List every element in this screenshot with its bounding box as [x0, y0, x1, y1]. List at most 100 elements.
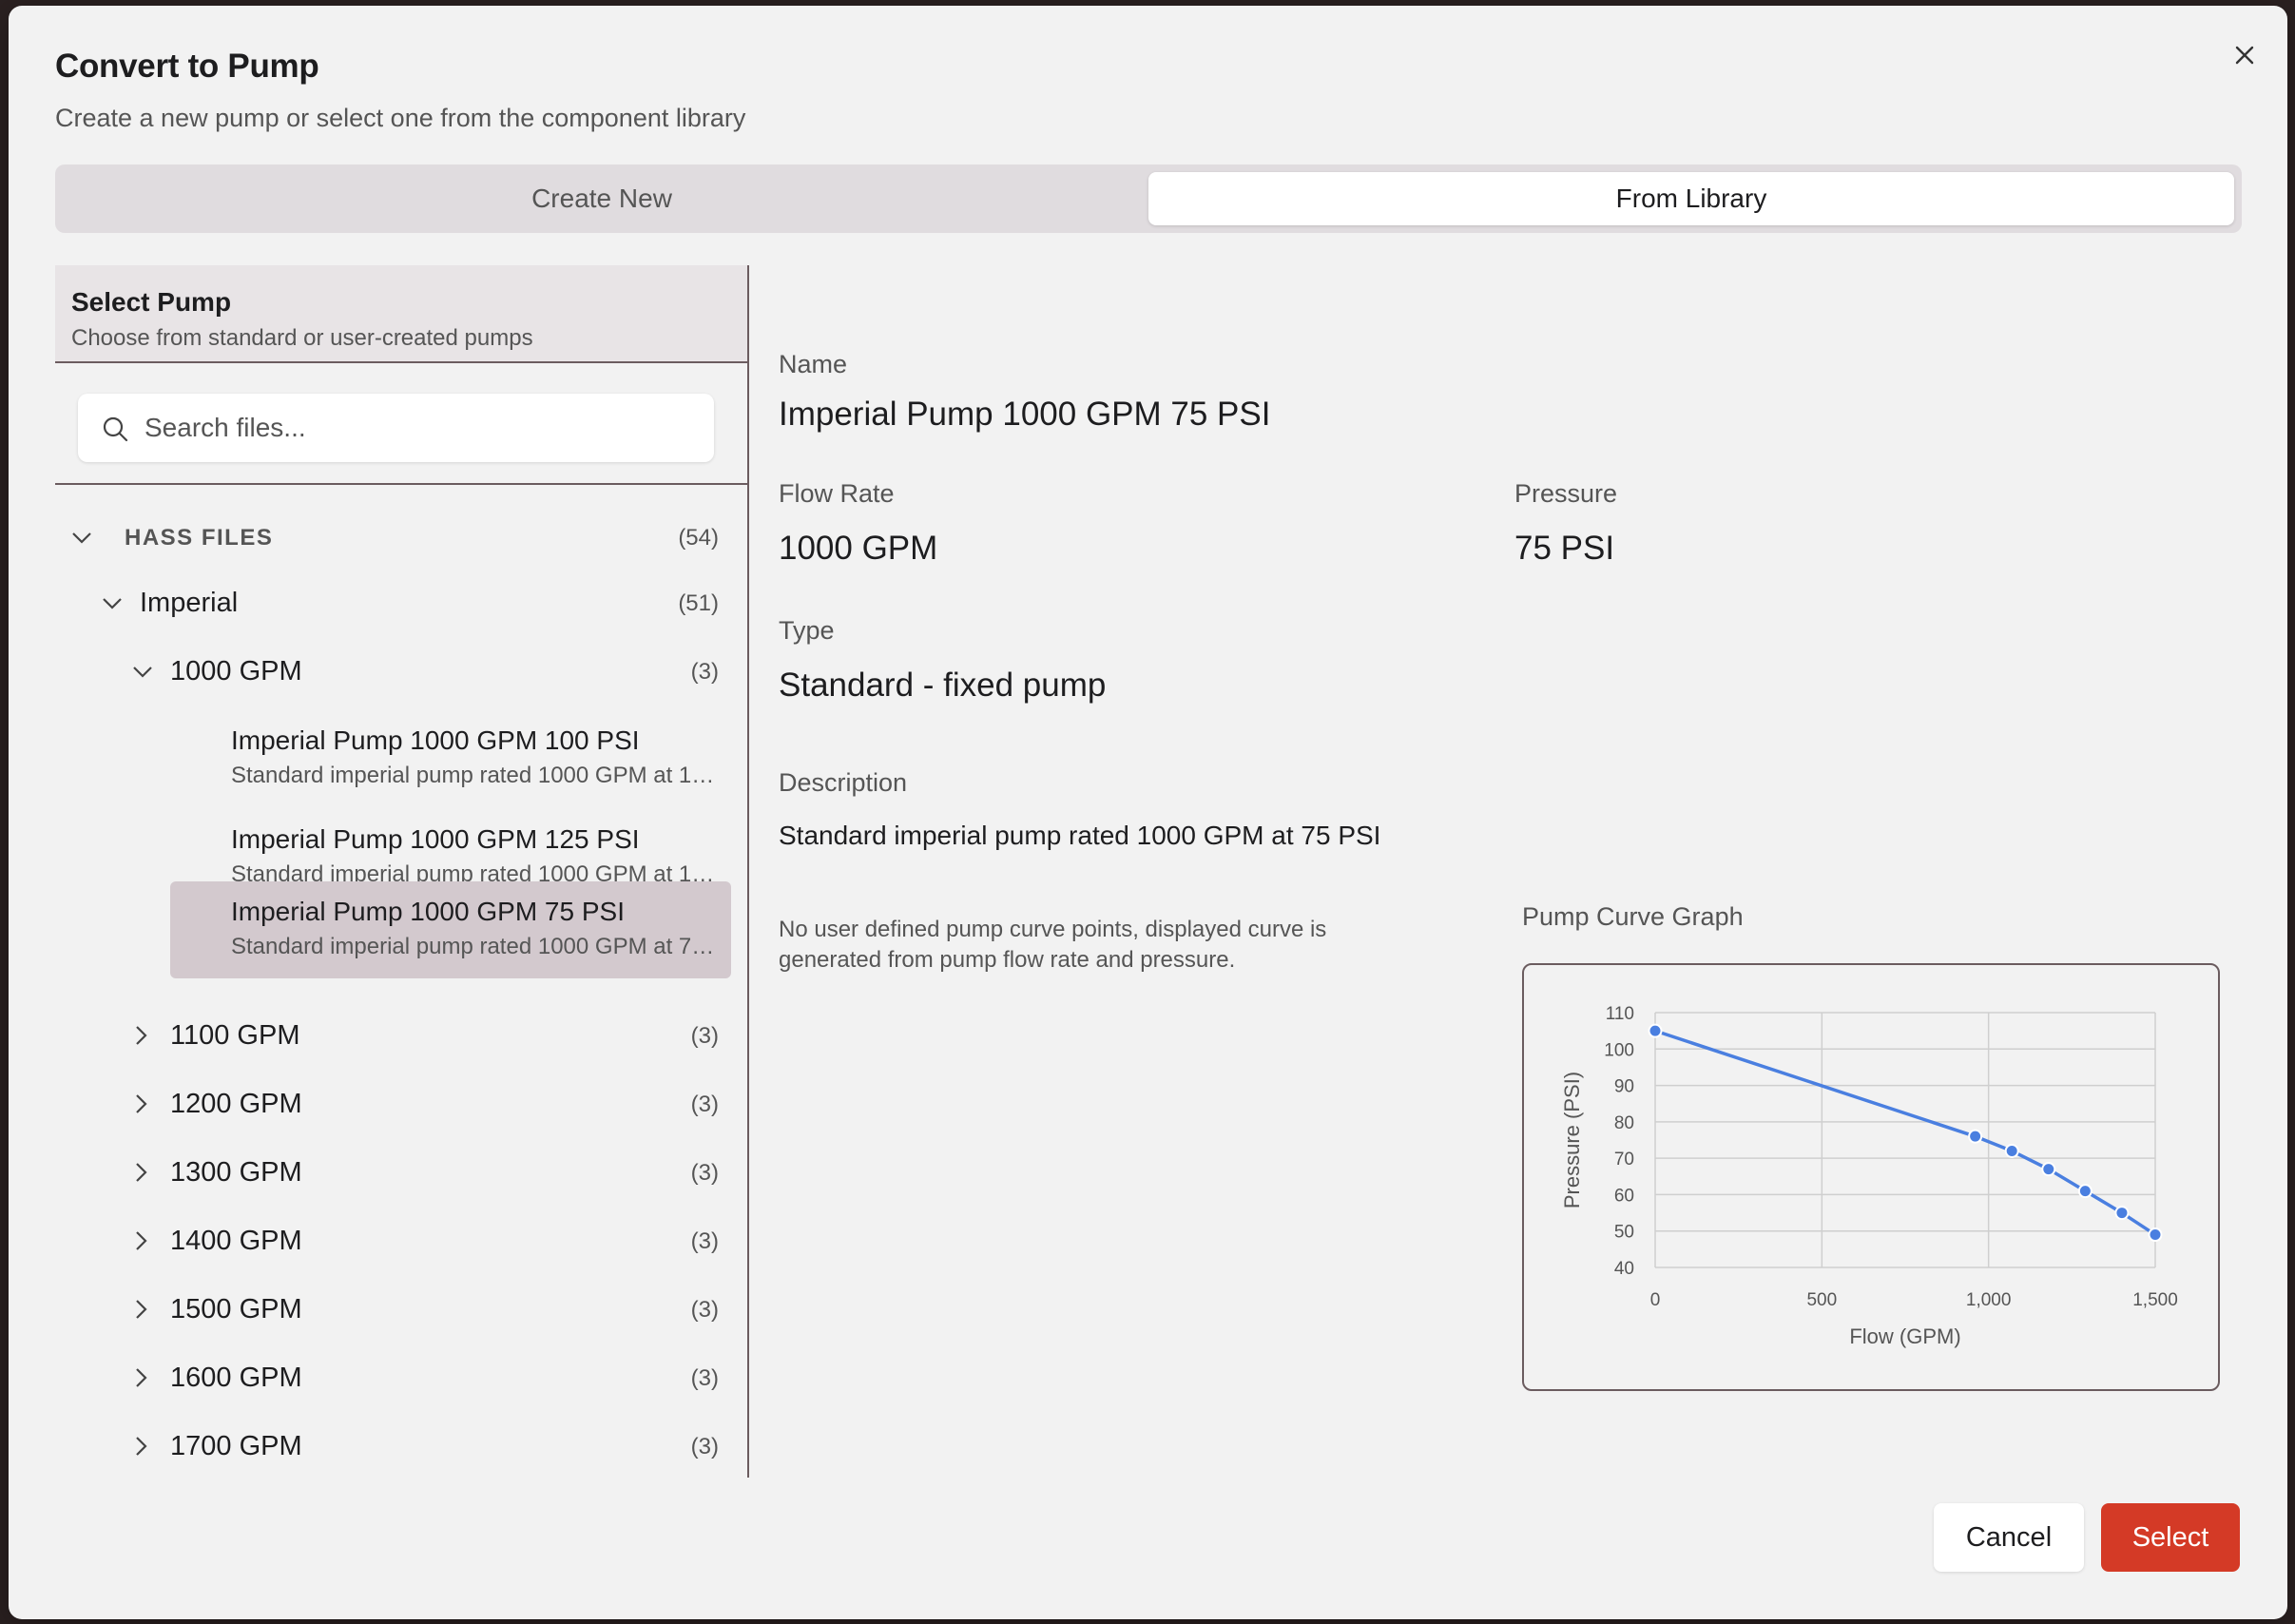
- tab-from-library[interactable]: From Library: [1148, 172, 2234, 225]
- pressure-value: 75 PSI: [1514, 530, 1615, 567]
- chevron-right-icon: [136, 1300, 147, 1319]
- pressure-label: Pressure: [1514, 479, 1618, 508]
- chevron-down-icon: [103, 598, 122, 609]
- y-tick-label: 50: [1614, 1223, 1634, 1243]
- search-icon: [103, 416, 128, 442]
- select-button[interactable]: Select: [2101, 1503, 2240, 1572]
- tree-folder-1600-gpm[interactable]: 1600 GPM (3): [55, 1351, 747, 1404]
- tree-group-label: Imperial: [140, 588, 239, 618]
- name-label: Name: [779, 350, 848, 378]
- search-input[interactable]: [145, 407, 696, 449]
- y-tick-label: 90: [1614, 1077, 1634, 1097]
- pump-item-description: Standard imperial pump rated 1000 GPM at…: [231, 934, 716, 959]
- tree-folder-count: (3): [690, 1160, 719, 1186]
- tab-create-new[interactable]: Create New: [55, 164, 1148, 233]
- chevron-right-icon: [136, 1437, 147, 1456]
- pump-curve-point: [2077, 1184, 2092, 1199]
- close-icon: [2235, 46, 2254, 65]
- chevron-right-icon: [136, 1026, 147, 1045]
- graph-title: Pump Curve Graph: [1522, 902, 1744, 931]
- tree-folder-1400-gpm[interactable]: 1400 GPM (3): [55, 1214, 747, 1267]
- y-tick-label: 80: [1614, 1113, 1634, 1133]
- pump-details-panel: Name Imperial Pump 1000 GPM 75 PSI Flow …: [779, 265, 2262, 1463]
- tree-folder-label: 1700 GPM: [170, 1431, 302, 1461]
- tree-folder-count: (3): [690, 1023, 719, 1049]
- flow-rate-value: 1000 GPM: [779, 530, 938, 567]
- tree-folder-count: (3): [690, 1434, 719, 1460]
- tree-folder-label: 1100 GPM: [170, 1020, 300, 1051]
- pump-curve-point: [2004, 1143, 2019, 1158]
- x-tick-label: 500: [1806, 1290, 1837, 1310]
- tree-root-hass-files[interactable]: HASS FILES (54): [55, 511, 747, 564]
- pump-item-description: Standard imperial pump rated 1000 GPM at…: [231, 763, 716, 788]
- curve-note: No user defined pump curve points, displ…: [779, 917, 1327, 973]
- pump-item-title: Imperial Pump 1000 GPM 75 PSI: [231, 897, 625, 926]
- pump-curve-point: [2114, 1206, 2130, 1221]
- y-tick-label: 60: [1614, 1186, 1634, 1206]
- tree-folder-1200-gpm[interactable]: 1200 GPM (3): [55, 1077, 747, 1131]
- pump-curve-point: [2041, 1162, 2056, 1177]
- pump-curve-point: [2148, 1228, 2163, 1243]
- pump-curve-point: [1968, 1129, 1983, 1144]
- description-label: Description: [779, 768, 908, 797]
- panel-header: Select Pump Choose from standard or user…: [55, 265, 747, 363]
- pump-item-1000-75[interactable]: Imperial Pump 1000 GPM 75 PSI Standard i…: [170, 881, 731, 978]
- tree-folder-label: 1600 GPM: [170, 1363, 302, 1393]
- name-value: Imperial Pump 1000 GPM 75 PSI: [779, 396, 1271, 433]
- chevron-down-icon: [133, 667, 152, 678]
- tree-folder-count: (3): [690, 659, 719, 685]
- tree-group-imperial[interactable]: Imperial (51): [55, 576, 747, 629]
- chevron-right-icon: [136, 1231, 147, 1250]
- tree-folder-label: 1300 GPM: [170, 1157, 302, 1188]
- tree-folder-1300-gpm[interactable]: 1300 GPM (3): [55, 1146, 747, 1199]
- tree-folder-label: 1000 GPM: [170, 656, 302, 686]
- mode-tabs: Create New From Library: [55, 164, 2242, 233]
- chevron-down-icon: [72, 532, 91, 544]
- type-value: Standard - fixed pump: [779, 667, 1107, 704]
- tree-group-count: (51): [678, 590, 719, 616]
- y-tick-label: 110: [1606, 1004, 1634, 1024]
- dialog-subtitle: Create a new pump or select one from the…: [55, 104, 746, 132]
- dialog-title: Convert to Pump: [55, 48, 319, 85]
- chevron-right-icon: [136, 1368, 147, 1387]
- tree-folder-count: (3): [690, 1365, 719, 1391]
- search-box: [78, 394, 714, 462]
- flow-rate-label: Flow Rate: [779, 479, 895, 508]
- panel-title: Select Pump: [71, 287, 232, 317]
- tree-folder-label: 1500 GPM: [170, 1294, 302, 1324]
- pump-curve-point: [1648, 1023, 1663, 1038]
- tree-folder-count: (3): [690, 1297, 719, 1323]
- tree-folder-1500-gpm[interactable]: 1500 GPM (3): [55, 1283, 747, 1336]
- tree-folder-1100-gpm[interactable]: 1100 GPM (3): [55, 1009, 747, 1062]
- tree-folder-count: (3): [690, 1228, 719, 1254]
- x-tick-label: 0: [1650, 1290, 1661, 1310]
- tree-folder-label: 1200 GPM: [170, 1089, 302, 1119]
- tree-folder-1700-gpm[interactable]: 1700 GPM (3): [55, 1420, 747, 1473]
- pump-curve-graph: 0 500 1,000 1,500 40 50 60 70 80 90 100 110 Flow (GP…: [1522, 963, 2220, 1391]
- type-label: Type: [779, 616, 835, 645]
- y-tick-label: 40: [1614, 1259, 1634, 1279]
- pump-selector-panel: Select Pump Choose from standard or user…: [55, 265, 749, 1478]
- chevron-right-icon: [136, 1163, 147, 1182]
- pump-item-title: Imperial Pump 1000 GPM 125 PSI: [231, 824, 640, 854]
- tree-root-label: HASS FILES: [125, 525, 274, 551]
- tree-folder-count: (3): [690, 1092, 719, 1117]
- panel-subtitle: Choose from standard or user-created pum…: [71, 325, 533, 351]
- pump-item-title: Imperial Pump 1000 GPM 100 PSI: [231, 725, 640, 755]
- tree-folder-label: 1400 GPM: [170, 1226, 302, 1256]
- tree-folder-1000-gpm[interactable]: 1000 GPM (3): [55, 645, 747, 698]
- x-axis-label: Flow (GPM): [1849, 1324, 1960, 1348]
- pump-item-1000-100[interactable]: Imperial Pump 1000 GPM 100 PSI Standard …: [170, 710, 731, 807]
- pump-curve-chart: 0 500 1,000 1,500 40 50 60 70 80 90 100 110 Flow (GP…: [1560, 1004, 2178, 1348]
- tree-root-count: (54): [678, 525, 719, 551]
- x-tick-label: 1,000: [1966, 1290, 2012, 1310]
- y-tick-label: 100: [1604, 1040, 1634, 1060]
- close-button[interactable]: [2226, 36, 2264, 74]
- pump-curve-line: [1654, 1029, 2156, 1237]
- cancel-button[interactable]: Cancel: [1934, 1503, 2084, 1572]
- divider: [55, 483, 747, 485]
- convert-to-pump-dialog: Convert to Pump Create a new pump or sel…: [9, 6, 2287, 1619]
- x-tick-label: 1,500: [2132, 1290, 2178, 1310]
- y-axis-label: Pressure (PSI): [1560, 1072, 1584, 1208]
- y-tick-label: 70: [1614, 1150, 1634, 1170]
